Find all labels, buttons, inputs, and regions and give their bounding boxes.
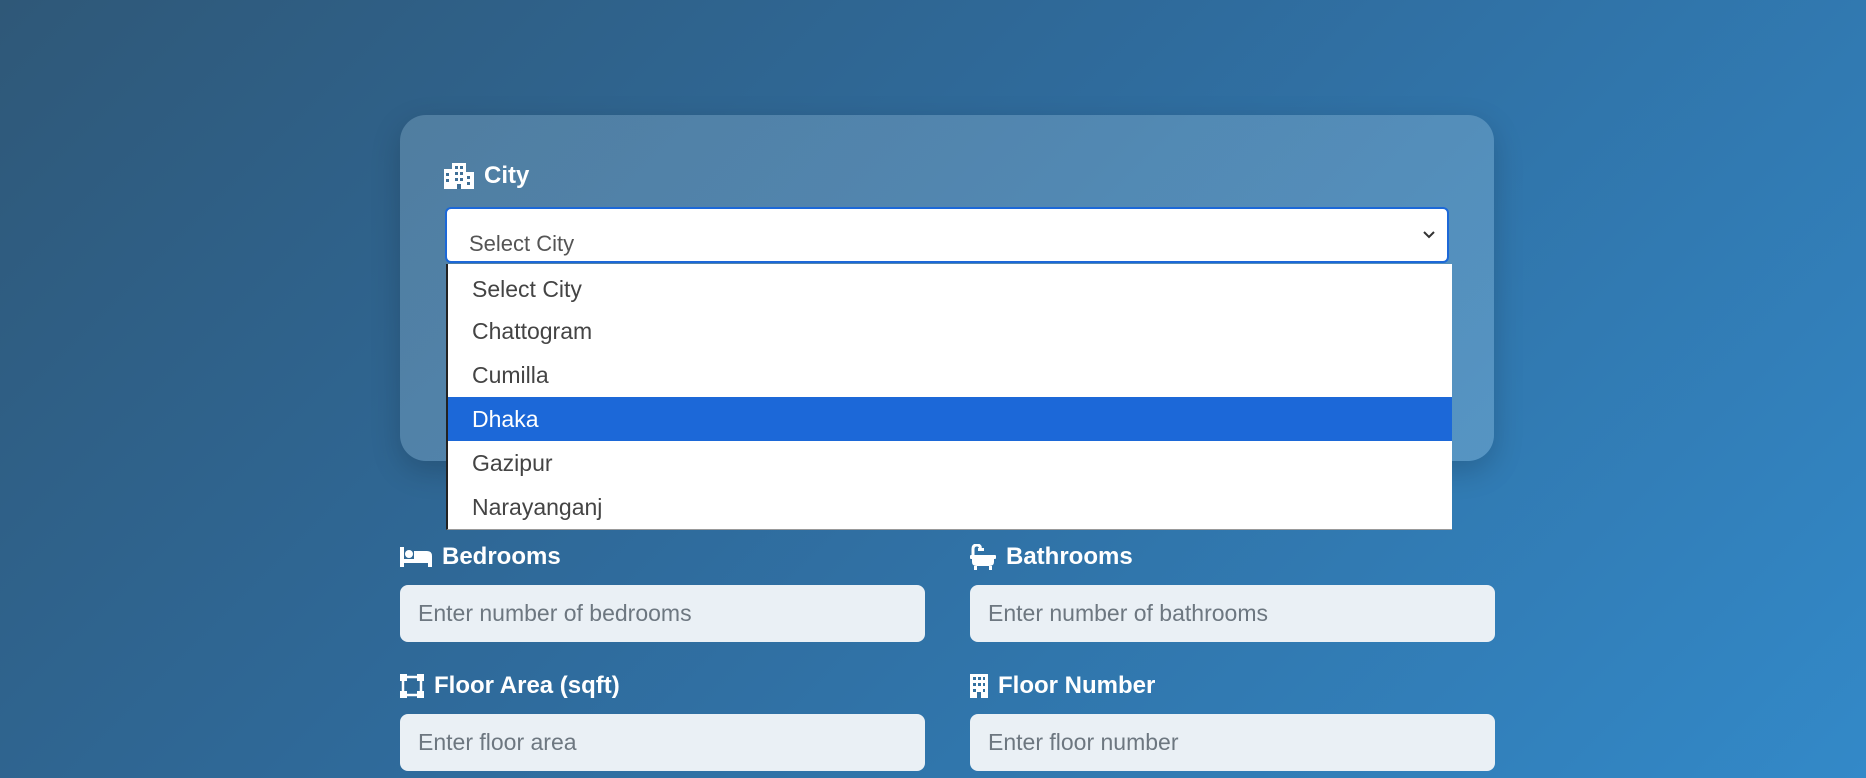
bathrooms-input[interactable] [970,585,1495,642]
city-option-chattogram[interactable]: Chattogram [448,309,1452,353]
city-option-cumilla[interactable]: Cumilla [448,353,1452,397]
city-option-narayanganj[interactable]: Narayanganj [448,485,1452,529]
bedrooms-label-text: Bedrooms [442,543,561,570]
bedrooms-label: Bedrooms [400,543,561,571]
bed-icon [400,547,432,567]
city-option-select-city[interactable]: Select City [448,264,1452,309]
chevron-down-icon [1421,227,1437,248]
city-label-text: City [484,162,530,189]
city-select-value: Select City [469,231,575,256]
floor-area-input[interactable] [400,714,925,771]
floor-area-label: Floor Area (sqft) [400,672,620,700]
floor-number-input[interactable] [970,714,1495,771]
bath-icon [970,544,996,570]
bathrooms-label-text: Bathrooms [1006,543,1133,570]
city-label: City [444,162,529,190]
bathrooms-label: Bathrooms [970,543,1133,571]
floor-area-label-text: Floor Area (sqft) [434,672,620,699]
floor-number-label-text: Floor Number [998,672,1156,699]
building-icon [970,674,988,698]
city-option-dhaka[interactable]: Dhaka [448,397,1452,441]
bedrooms-input[interactable] [400,585,925,642]
floor-number-label: Floor Number [970,672,1155,700]
city-option-gazipur[interactable]: Gazipur [448,441,1452,485]
city-dropdown-list: Select City Chattogram Cumilla Dhaka Gaz… [446,264,1452,530]
city-icon [444,163,474,189]
vector-square-icon [400,674,424,698]
city-select[interactable]: Select City [445,207,1449,263]
